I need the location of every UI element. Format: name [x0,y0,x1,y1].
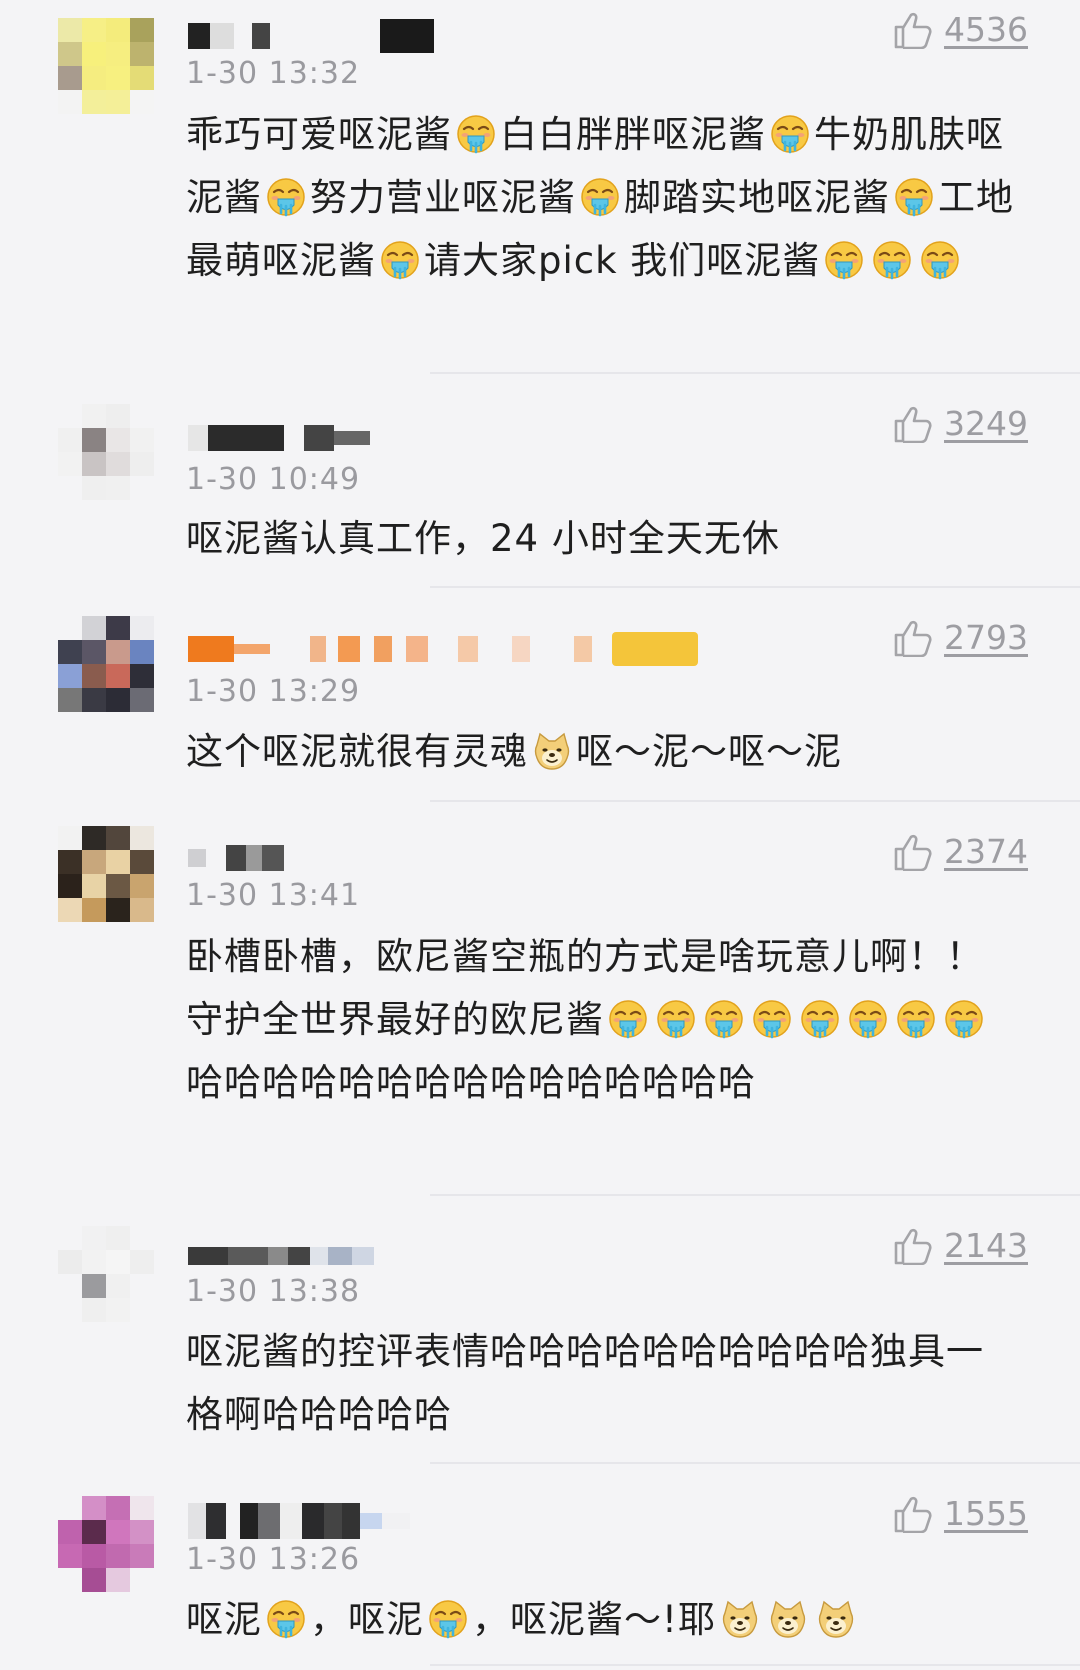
divider [430,1194,1080,1196]
avatar[interactable] [58,1496,154,1592]
avatar[interactable] [58,404,154,500]
vomit-emoji-icon [753,1000,791,1039]
comment-text-segment: 乖巧可爱呕泥酱 [186,113,452,156]
comment-text-segment: 哈哈哈哈哈哈哈哈哈哈哈哈哈哈哈 [186,1061,756,1104]
avatar[interactable] [58,1226,154,1322]
vomit-emoji-icon [457,115,495,154]
comment-text-segment: 脚踏实地呕泥酱 [624,176,890,219]
avatar[interactable] [58,18,154,114]
vomit-emoji-icon [771,115,809,154]
comment-text: 这个呕泥就很有灵魂 呕～泥～呕～泥 [186,720,1016,783]
vomit-emoji-icon [705,1000,743,1039]
like-button[interactable]: 2793 [892,618,1028,657]
comment-text: 呕泥酱的控评表情哈哈哈哈哈哈哈哈哈哈独具一格啊哈哈哈哈哈 [186,1320,1016,1446]
vomit-emoji-icon [849,1000,887,1039]
username-redacted[interactable] [188,418,370,458]
divider [430,586,1080,588]
comment-time: 1-30 13:38 [186,1274,361,1309]
like-button[interactable]: 3249 [892,404,1028,443]
vomit-emoji-icon [581,178,619,217]
like-count: 1555 [944,1494,1028,1533]
comment-text-segment: 请大家pick 我们呕泥酱 [424,239,821,282]
vomit-emoji-icon [801,1000,839,1039]
comment-time: 1-30 13:29 [186,674,361,709]
avatar[interactable] [58,616,154,712]
like-button[interactable]: 2143 [892,1226,1028,1265]
divider [430,800,1080,802]
comment-time: 1-30 10:49 [186,462,361,497]
vomit-emoji-icon [873,241,912,280]
like-count: 4536 [944,10,1028,49]
thumbs-up-icon [894,620,932,657]
username-redacted[interactable] [188,1236,374,1276]
divider [430,1664,1080,1666]
vomit-emoji-icon [609,1000,647,1039]
vomit-emoji-icon [267,178,305,217]
like-count: 2793 [944,618,1028,657]
comment-text-segment: 这个呕泥就很有灵魂 [186,730,528,773]
avatar[interactable] [58,826,154,922]
like-button[interactable]: 1555 [892,1494,1028,1533]
username-redacted[interactable] [188,16,434,56]
comment-time: 1-30 13:41 [186,878,361,913]
vomit-emoji-icon [895,178,933,217]
vomit-emoji-icon [897,1000,935,1039]
comment-text: 卧槽卧槽，欧尼酱空瓶的方式是啥玩意儿啊！！守护全世界最好的欧尼酱哈哈哈哈哈哈哈哈… [186,925,1016,1114]
comment-text: 乖巧可爱呕泥酱 白白胖胖呕泥酱 牛奶肌肤呕泥酱 努力营业呕泥酱 脚踏实地呕泥酱 工地最萌呕… [186,103,1016,292]
vomit-emoji-icon [945,1000,983,1039]
username-redacted[interactable] [188,1501,410,1541]
doge-emoji-icon [722,1600,758,1638]
thumbs-up-icon [894,1228,932,1265]
username-redacted[interactable] [188,838,284,878]
vomit-emoji-icon [267,1600,305,1639]
comment-text-segment: ，呕泥酱～!耶 [472,1598,716,1641]
comment-text-segment: 呕泥 [186,1598,262,1641]
like-button[interactable]: 4536 [892,10,1028,49]
comment-time: 1-30 13:26 [186,1542,361,1577]
comment-text: 呕泥 ，呕泥 ，呕泥酱～!耶 [186,1588,1016,1651]
username-redacted[interactable] [188,629,698,669]
comment-text: 呕泥酱认真工作，24 小时全天无休 [186,507,1016,570]
comment-time: 1-30 13:32 [186,56,361,91]
like-count: 3249 [944,404,1028,443]
comment-text-segment: 努力营业呕泥酱 [310,176,576,219]
thumbs-up-icon [894,1496,932,1533]
comment-text-segment: 呕泥酱认真工作，24 小时全天无休 [186,517,780,560]
doge-emoji-icon [770,1600,806,1638]
comment-text-segment: 呕泥酱的控评表情哈哈哈哈哈哈哈哈哈哈独具一格啊哈哈哈哈哈 [186,1330,984,1436]
like-count: 2143 [944,1226,1028,1265]
vomit-emoji-icon [429,1600,467,1639]
vomit-emoji-icon [921,241,960,280]
divider [430,1462,1080,1464]
thumbs-up-icon [894,406,932,443]
thumbs-up-icon [894,12,932,49]
like-button[interactable]: 2374 [892,832,1028,871]
thumbs-up-icon [894,834,932,871]
like-count: 2374 [944,832,1028,871]
comment-text-segment: 呕～泥～呕～泥 [576,730,842,773]
comment-text-segment: ，呕泥 [310,1598,424,1641]
doge-emoji-icon [534,732,570,770]
doge-emoji-icon [818,1600,854,1638]
vomit-emoji-icon [381,241,419,280]
comment-text-segment: 白白胖胖呕泥酱 [500,113,766,156]
divider [430,372,1080,374]
vomit-emoji-icon [825,241,864,280]
vomit-emoji-icon [657,1000,695,1039]
